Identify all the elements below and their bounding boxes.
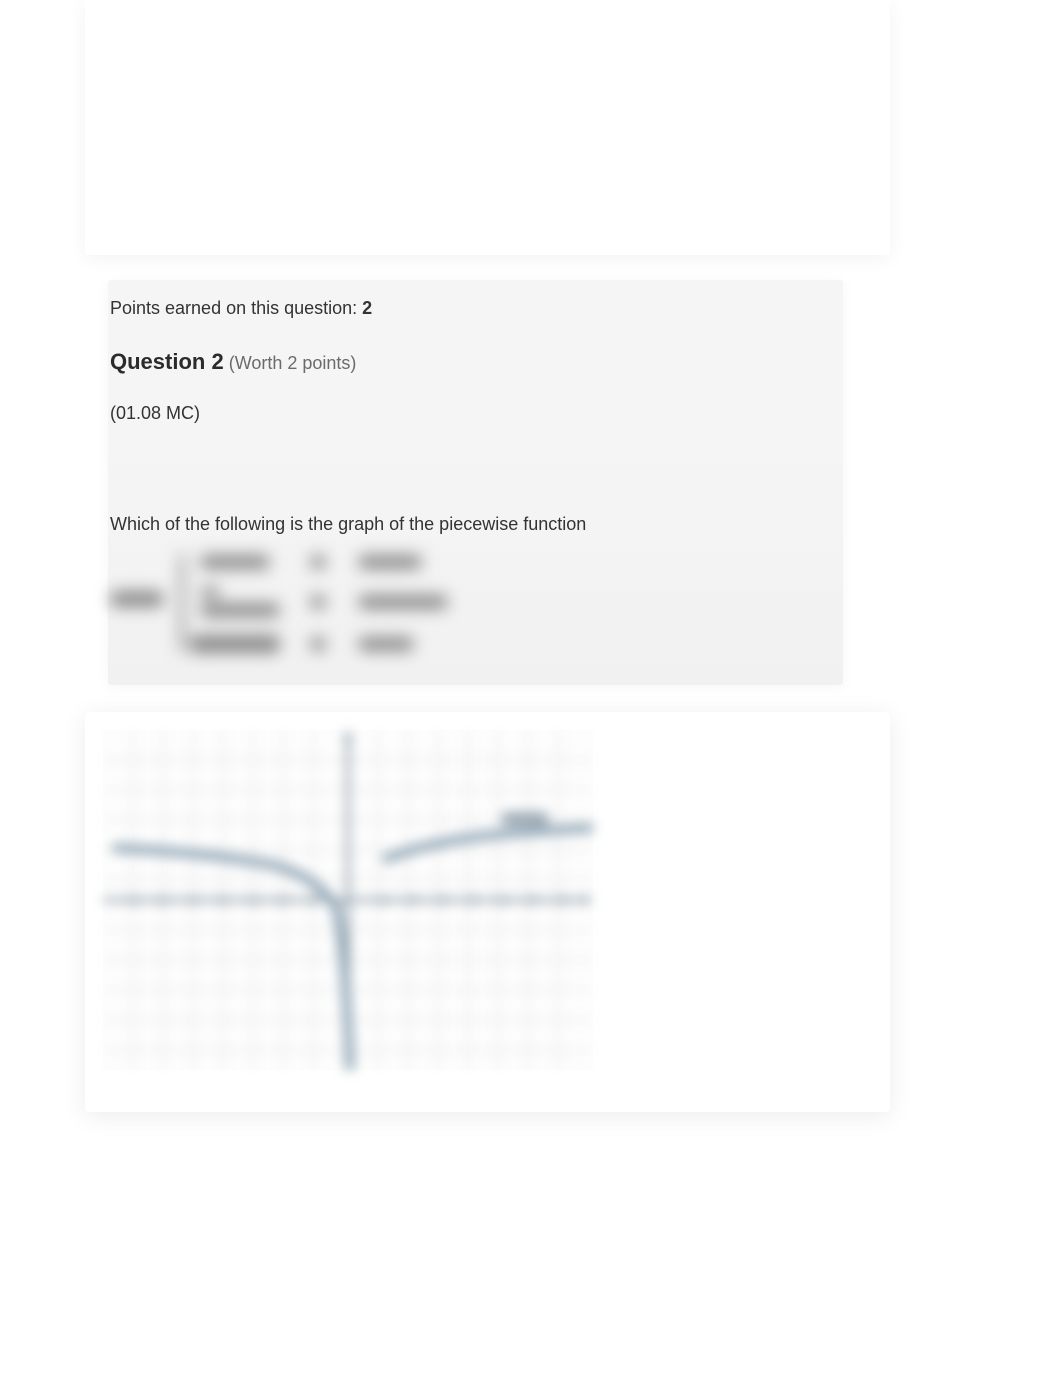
graph-plot	[103, 730, 593, 1070]
curve-right-branch	[383, 828, 593, 860]
points-earned-line: Points earned on this question: 2	[110, 298, 843, 319]
question-prompt: Which of the following is the graph of t…	[110, 514, 843, 535]
question-header: Question 2 (Worth 2 points)	[110, 349, 843, 375]
points-earned-label: Points earned on this question:	[110, 298, 362, 318]
question-number: Question 2	[110, 349, 224, 374]
graph-svg	[103, 730, 593, 1070]
graph-label-fx	[501, 812, 549, 826]
curve-left-branch	[113, 848, 350, 1070]
points-earned-value: 2	[362, 298, 372, 318]
question-code: (01.08 MC)	[110, 403, 843, 424]
answer-graph-card	[85, 712, 890, 1112]
previous-card-bottom	[85, 0, 890, 255]
question-worth: (Worth 2 points)	[229, 353, 357, 373]
question-card: Points earned on this question: 2 Questi…	[108, 280, 843, 685]
piecewise-formula-image	[110, 549, 470, 659]
